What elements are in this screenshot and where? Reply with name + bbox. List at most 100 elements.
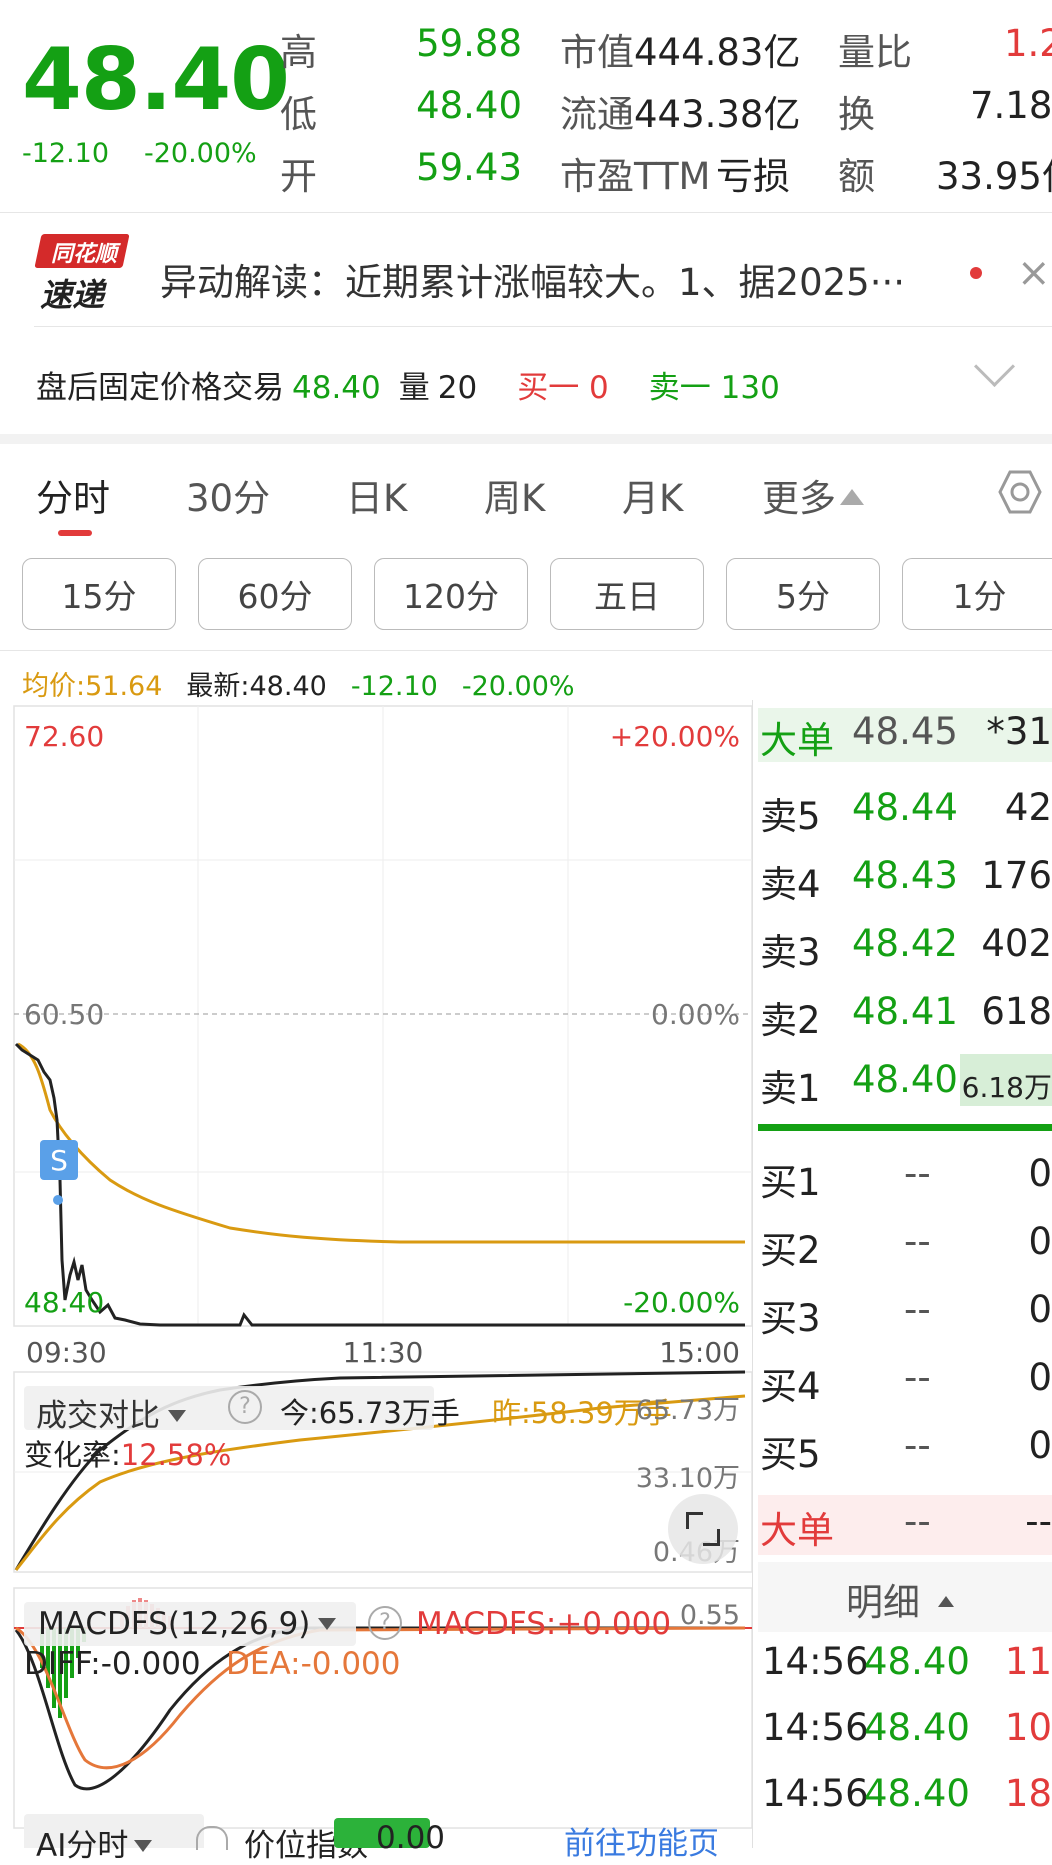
- ask-label: 卖3: [760, 931, 821, 974]
- after-hours-sell1: 卖一 130: [648, 370, 780, 406]
- help-icon[interactable]: [196, 1826, 228, 1850]
- ask-vol: 42: [1004, 786, 1052, 829]
- volume-compare-dropdown[interactable]: 成交对比: [36, 1390, 186, 1435]
- pct-axis-mid: 0.00%: [651, 998, 740, 1031]
- turnover-value: 7.18%: [970, 84, 1052, 127]
- subtab-15min[interactable]: 15分: [22, 558, 176, 630]
- bid-price: --: [904, 1288, 931, 1331]
- y-axis-mid: 60.50: [24, 998, 104, 1031]
- big-order-top-label: 大单: [760, 719, 834, 762]
- tick-price: 48.40: [864, 1640, 970, 1683]
- tab-more[interactable]: 更多: [762, 468, 864, 522]
- bid-label: 买3: [760, 1297, 821, 1340]
- subtab-60min[interactable]: 60分: [198, 558, 352, 630]
- chevron-down-icon[interactable]: [973, 345, 1016, 388]
- amount-value: 33.95亿: [936, 155, 1052, 198]
- help-icon[interactable]: ?: [368, 1606, 402, 1640]
- big-order-bottom-vol: --: [1025, 1500, 1052, 1543]
- help-icon[interactable]: ?: [228, 1390, 262, 1424]
- macdfs-value: MACDFS:+0.000: [416, 1606, 672, 1642]
- macd-dropdown[interactable]: MACDFS(12,26,9): [38, 1606, 337, 1642]
- news-headline[interactable]: 异动解读：近期累计涨幅较大。1、据2025···: [160, 252, 905, 306]
- big-order-top-row[interactable]: 大单 48.45 *31: [760, 710, 1052, 778]
- logo-top-text: 同花顺: [50, 242, 117, 267]
- bid-ask-divider: [758, 1124, 1052, 1131]
- x-label-open: 09:30: [26, 1336, 107, 1369]
- ask-label: 卖5: [760, 795, 821, 838]
- mktcap-value: 444.83亿: [634, 31, 801, 74]
- volume-change-value: 12.58%: [120, 1438, 232, 1472]
- subtab-5day[interactable]: 五日: [550, 558, 704, 630]
- bid-row[interactable]: 买1 -- 0: [760, 1152, 1052, 1220]
- tab-fenshi[interactable]: 分时: [36, 468, 110, 522]
- turnover-label: 换: [838, 93, 875, 136]
- ask-row[interactable]: 卖2 48.41 618: [760, 990, 1052, 1058]
- dea-value: DEA:-0.000: [226, 1646, 401, 1682]
- ask-row[interactable]: 卖5 48.44 42: [760, 786, 1052, 854]
- big-order-top-price: 48.45: [852, 710, 958, 753]
- bid-row[interactable]: 买5 -- 0: [760, 1424, 1052, 1492]
- bid-label: 买5: [760, 1433, 821, 1476]
- subtab-5min[interactable]: 5分: [726, 558, 880, 630]
- volume-y-top: 65.73万: [635, 1395, 740, 1426]
- ask-price: 48.43: [852, 854, 958, 897]
- divider: [0, 650, 1052, 651]
- avg-price-line: [17, 1042, 745, 1244]
- fullscreen-icon[interactable]: [668, 1494, 738, 1564]
- detail-toggle[interactable]: 明细: [846, 1572, 954, 1626]
- ai-fenshi-dropdown[interactable]: AI分时: [36, 1820, 153, 1865]
- bid-row[interactable]: 买3 -- 0: [760, 1288, 1052, 1356]
- ask-row[interactable]: 卖4 48.43 176: [760, 854, 1052, 922]
- divider: [752, 700, 753, 1848]
- bid-vol: 0: [1028, 1288, 1052, 1331]
- marker-s-text: S: [50, 1144, 68, 1177]
- tick-price: 48.40: [864, 1772, 970, 1815]
- after-hours-vol-label: 量: [398, 370, 430, 406]
- ask-price: 48.42: [852, 922, 958, 965]
- triangle-down-icon: [134, 1840, 153, 1852]
- tick-time: 14:56: [762, 1640, 869, 1683]
- after-hours-bar[interactable]: 盘后固定价格交易 48.40 量 20 买一 0 卖一 130: [36, 362, 798, 407]
- divider: [0, 212, 1052, 213]
- ask-label: 卖1: [760, 1067, 821, 1110]
- ask-price: 48.44: [852, 786, 958, 829]
- pct-axis-top: +20.00%: [610, 720, 740, 753]
- low-label: 低: [280, 93, 317, 136]
- goto-function-link[interactable]: 前往功能页: [564, 1818, 719, 1863]
- y-axis-bot: 48.40: [24, 1286, 104, 1319]
- big-order-bottom-row[interactable]: 大单 -- --: [760, 1500, 1052, 1568]
- logo-bottom-text: 速递: [40, 276, 105, 314]
- tab-weekly[interactable]: 周K: [484, 468, 545, 522]
- ask-label: 卖2: [760, 999, 821, 1042]
- detail-label: 明细: [846, 1581, 920, 1624]
- bid-row[interactable]: 买4 -- 0: [760, 1356, 1052, 1424]
- triangle-up-icon: [840, 489, 864, 505]
- after-hours-buy1: 买一 0: [517, 370, 609, 406]
- ask-vol: 6.18万: [961, 1071, 1052, 1104]
- low-value: 48.40: [416, 84, 522, 127]
- gear-icon[interactable]: [994, 466, 1046, 518]
- subtab-120min[interactable]: 120分: [374, 558, 528, 630]
- high-label: 高: [280, 31, 317, 74]
- close-icon[interactable]: ×: [1017, 250, 1051, 296]
- bid-vol: 0: [1028, 1356, 1052, 1399]
- triangle-down-icon: [168, 1410, 186, 1422]
- section-gap: [0, 434, 1052, 444]
- x-label-close: 15:00: [659, 1336, 740, 1369]
- float-label: 流通: [560, 93, 634, 136]
- volratio-value: 1.2: [1004, 22, 1052, 65]
- tab-30min[interactable]: 30分: [186, 468, 270, 522]
- ask-row[interactable]: 卖1 48.40 6.18万: [760, 1058, 1052, 1126]
- ask-row[interactable]: 卖3 48.42 402: [760, 922, 1052, 990]
- y-axis-top: 72.60: [24, 720, 104, 753]
- bid-price: --: [904, 1220, 931, 1263]
- bid-row[interactable]: 买2 -- 0: [760, 1220, 1052, 1288]
- volume-compare-title: 成交对比: [36, 1398, 160, 1434]
- ai-fenshi-label: AI分时: [36, 1828, 129, 1864]
- tab-daily[interactable]: 日K: [346, 468, 407, 522]
- tick-price: 48.40: [864, 1706, 970, 1749]
- pe-label: 市盈TTM: [560, 155, 711, 198]
- subtab-1min[interactable]: 1分: [902, 558, 1052, 630]
- x-label-noon: 11:30: [343, 1336, 424, 1369]
- tab-monthly[interactable]: 月K: [622, 468, 683, 522]
